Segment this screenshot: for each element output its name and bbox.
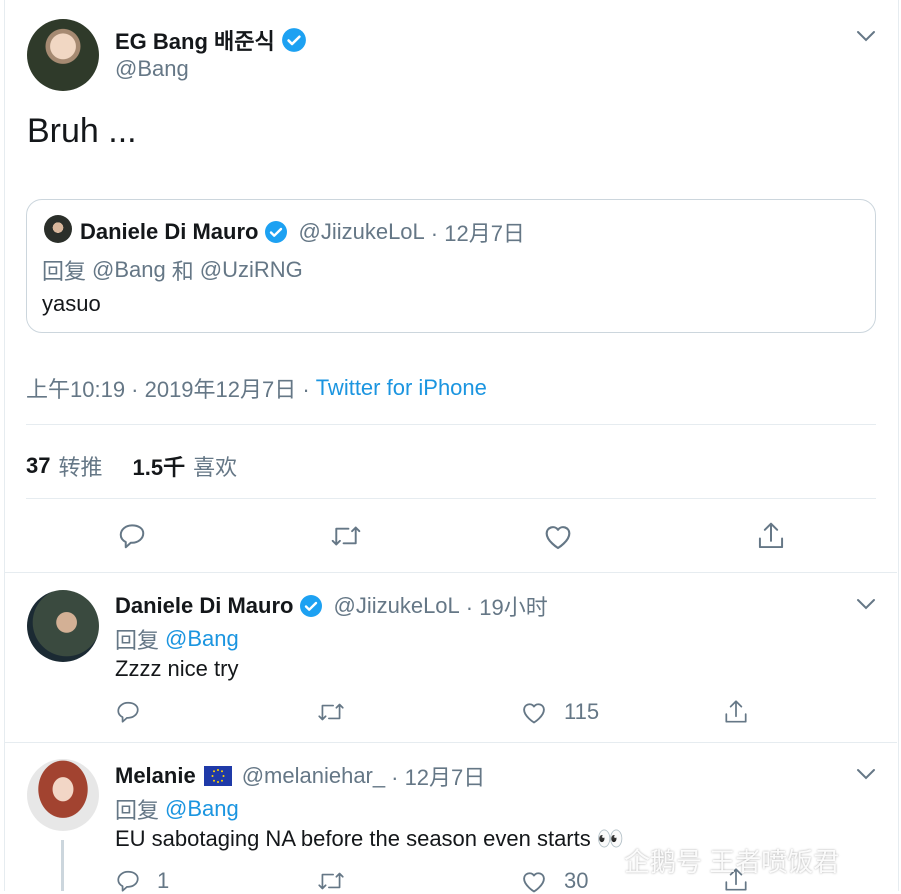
reply-author-name[interactable]: Melanie xyxy=(115,763,196,789)
retweet-icon[interactable] xyxy=(316,699,346,725)
verified-badge-icon xyxy=(281,28,306,52)
divider xyxy=(4,742,897,743)
share-icon[interactable] xyxy=(756,520,786,552)
reply-to-link[interactable]: @Bang xyxy=(165,796,239,822)
reply-time[interactable]: · 12月7日 xyxy=(391,760,485,792)
reply-prefix: 回复 xyxy=(42,259,87,284)
share-icon[interactable] xyxy=(723,698,749,726)
watermark: 企鹅号 王者喷饭君 xyxy=(588,842,839,879)
reply-icon[interactable] xyxy=(117,521,147,551)
tweet-timestamp[interactable]: 上午10:19 · 2019年12月7日 · xyxy=(26,372,310,404)
eu-flag-icon xyxy=(203,766,232,786)
like-heart-icon[interactable] xyxy=(520,699,548,725)
like-label[interactable]: 喜欢 xyxy=(193,450,237,482)
quoted-author-avatar xyxy=(44,215,72,243)
chevron-down-icon[interactable] xyxy=(856,767,876,781)
reply-to-link: @Bang xyxy=(92,257,166,282)
like-heart-icon[interactable] xyxy=(520,868,548,894)
reply-text: Zzzz nice try xyxy=(115,656,239,681)
quoted-author-name: Daniele Di Mauro xyxy=(80,219,259,244)
verified-badge-icon xyxy=(300,595,323,617)
retweet-count[interactable]: 37 xyxy=(26,453,50,479)
divider xyxy=(4,572,897,573)
like-count[interactable]: 1.5千 xyxy=(133,450,186,482)
tweet-text: Bruh ... xyxy=(27,112,137,150)
reply-to-link[interactable]: @Bang xyxy=(165,626,239,652)
divider xyxy=(26,498,876,499)
watermark-text: 企鹅号 王者喷饭君 xyxy=(624,847,840,877)
reply-and: 和 xyxy=(171,259,194,284)
reply-author-name[interactable]: Daniele Di Mauro xyxy=(115,593,293,619)
chevron-down-icon[interactable] xyxy=(856,29,876,43)
tweet-source-link[interactable]: Twitter for iPhone xyxy=(316,375,487,401)
chevron-down-icon[interactable] xyxy=(856,597,876,611)
retweet-label[interactable]: 转推 xyxy=(58,450,102,482)
quoted-author-handle: @JiizukeLoL xyxy=(298,219,425,244)
penguin-logo-icon xyxy=(593,849,613,874)
verified-badge-icon xyxy=(265,221,288,243)
reply-author-handle[interactable]: @melaniehar_ xyxy=(242,763,385,789)
reply-prefix: 回复 xyxy=(115,628,160,653)
reply-time[interactable]: · 19小时 xyxy=(466,590,548,622)
reply-icon[interactable] xyxy=(115,868,141,894)
reply-icon[interactable] xyxy=(115,699,141,725)
like-heart-icon[interactable] xyxy=(542,521,574,551)
reply-to-link: @UziRNG xyxy=(199,257,303,282)
retweet-icon[interactable] xyxy=(316,868,346,894)
thread-line xyxy=(61,840,64,891)
quoted-text: yasuo xyxy=(42,291,101,316)
like-count[interactable]: 30 xyxy=(564,868,588,894)
reply-text: EU sabotaging NA before the season even … xyxy=(115,826,625,851)
reply-author-avatar[interactable] xyxy=(27,759,99,831)
reply-count[interactable]: 1 xyxy=(157,868,169,894)
author-handle[interactable]: @Bang xyxy=(115,56,189,82)
timeline-column xyxy=(4,0,899,891)
reply-author-avatar[interactable] xyxy=(27,590,99,662)
author-avatar[interactable] xyxy=(27,19,99,91)
retweet-icon[interactable] xyxy=(329,521,363,551)
reply-prefix: 回复 xyxy=(115,798,160,823)
like-count[interactable]: 115 xyxy=(564,699,599,725)
divider xyxy=(26,424,876,425)
quoted-date: · 12月7日 xyxy=(430,221,525,246)
reply-author-handle[interactable]: @JiizukeLoL xyxy=(333,593,459,619)
author-name[interactable]: EG Bang 배준식 xyxy=(115,24,275,56)
